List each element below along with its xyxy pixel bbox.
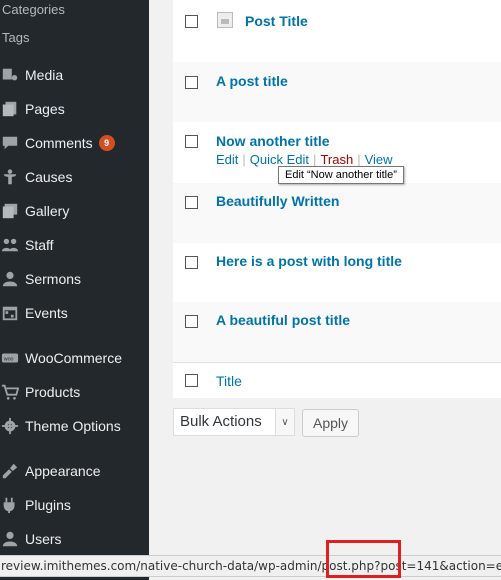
causes-icon <box>0 167 20 187</box>
sidebar-item-appearance[interactable]: Appearance <box>0 456 149 486</box>
table-row: A post title <box>173 62 501 122</box>
sidebar-item-plugins[interactable]: Plugins <box>0 490 149 520</box>
sidebar-item-label: Gallery <box>25 203 70 219</box>
sidebar-item-theme-options[interactable]: Theme Options <box>0 411 149 441</box>
sidebar-item-woocommerce[interactable]: woo WooCommerce <box>0 343 149 373</box>
sidebar-item-events[interactable]: Events <box>0 298 149 328</box>
sidebar-item-label: Causes <box>25 169 73 185</box>
table-footer-row: Title <box>173 362 501 398</box>
sidebar-item-users[interactable]: Users <box>0 524 149 554</box>
gallery-icon <box>0 201 20 221</box>
browser-status-bar: review.imithemes.com/native-church-data/… <box>0 555 501 577</box>
sidebar-item-staff[interactable]: Staff <box>0 230 149 260</box>
bulk-actions-select[interactable]: Bulk Actions ∨ <box>173 408 295 436</box>
post-title-link[interactable]: A post title <box>216 73 288 89</box>
sidebar-item-comments[interactable]: Comments 9 <box>0 128 149 158</box>
staff-icon <box>0 235 20 255</box>
svg-text:woo: woo <box>3 357 14 363</box>
chevron-down-icon: ∨ <box>275 409 294 435</box>
post-title-link[interactable]: Here is a post with long title <box>216 253 402 269</box>
sidebar-item-label: Staff <box>25 237 54 253</box>
sidebar-item-label: Products <box>25 384 81 400</box>
sidebar-item-label: Media <box>25 67 64 83</box>
select-all-checkbox[interactable] <box>185 374 198 387</box>
row-action-edit[interactable]: Edit <box>216 152 238 167</box>
products-icon <box>0 382 20 402</box>
sidebar-item-label: Users <box>25 531 62 547</box>
post-title-link[interactable]: Beautifully Written <box>216 193 339 209</box>
post-title-link[interactable]: Post Title <box>245 13 308 29</box>
post-title-link[interactable]: A beautiful post title <box>216 312 350 328</box>
row-checkbox[interactable] <box>185 256 198 269</box>
sermons-icon <box>0 269 20 289</box>
sidebar-item-label: Appearance <box>25 463 101 479</box>
events-icon <box>0 303 20 323</box>
sidebar-item-pages[interactable]: Pages <box>0 94 149 124</box>
table-row: Post Title <box>173 0 501 62</box>
sidebar-item-label: Comments <box>25 135 93 151</box>
highlight-annotation <box>326 540 401 578</box>
title-tooltip: Edit “Now another title” <box>278 166 404 184</box>
submenu-categories[interactable]: Categories <box>2 2 65 17</box>
comments-count-badge: 9 <box>98 135 115 151</box>
table-row: Here is a post with long title <box>173 243 501 302</box>
row-action-view[interactable]: View <box>365 152 393 167</box>
sidebar-item-label: Theme Options <box>25 418 121 434</box>
appearance-icon <box>0 461 20 481</box>
title-column-header[interactable]: Title <box>216 373 242 389</box>
comments-icon <box>0 133 20 153</box>
sidebar-item-gallery[interactable]: Gallery <box>0 196 149 226</box>
row-actions: Edit | Quick Edit | Trash | View <box>216 152 393 167</box>
sidebar-item-causes[interactable]: Causes <box>0 162 149 192</box>
table-row: A beautiful post title <box>173 302 501 362</box>
admin-sidebar: Categories Tags Media Pages Comments 9 C… <box>0 0 149 580</box>
row-checkbox[interactable] <box>185 135 198 148</box>
woocommerce-icon: woo <box>0 348 20 368</box>
sidebar-item-products[interactable]: Products <box>0 377 149 407</box>
image-placeholder-icon <box>217 12 233 28</box>
row-checkbox[interactable] <box>185 76 198 89</box>
table-row: Beautifully Written <box>173 183 501 243</box>
sidebar-item-media[interactable]: Media <box>0 60 149 90</box>
bulk-actions-value: Bulk Actions <box>180 413 262 430</box>
row-checkbox[interactable] <box>185 15 198 28</box>
sidebar-item-label: Events <box>25 305 68 321</box>
sidebar-item-label: Pages <box>25 101 65 117</box>
sidebar-item-label: Plugins <box>25 497 71 513</box>
sidebar-item-label: Sermons <box>25 271 82 287</box>
plugins-icon <box>0 495 20 515</box>
row-checkbox[interactable] <box>185 315 198 328</box>
row-action-quick-edit[interactable]: Quick Edit <box>250 152 309 167</box>
sidebar-item-label: WooCommerce <box>25 350 122 366</box>
sidebar-item-sermons[interactable]: Sermons <box>0 264 149 294</box>
submenu-tags[interactable]: Tags <box>2 30 29 45</box>
apply-button[interactable]: Apply <box>302 409 359 437</box>
post-title-link[interactable]: Now another title <box>216 133 330 149</box>
users-icon <box>0 529 20 549</box>
media-icon <box>0 65 20 85</box>
gear-icon <box>0 416 20 436</box>
row-checkbox[interactable] <box>185 196 198 209</box>
pages-icon <box>0 99 20 119</box>
row-action-trash[interactable]: Trash <box>320 152 353 167</box>
